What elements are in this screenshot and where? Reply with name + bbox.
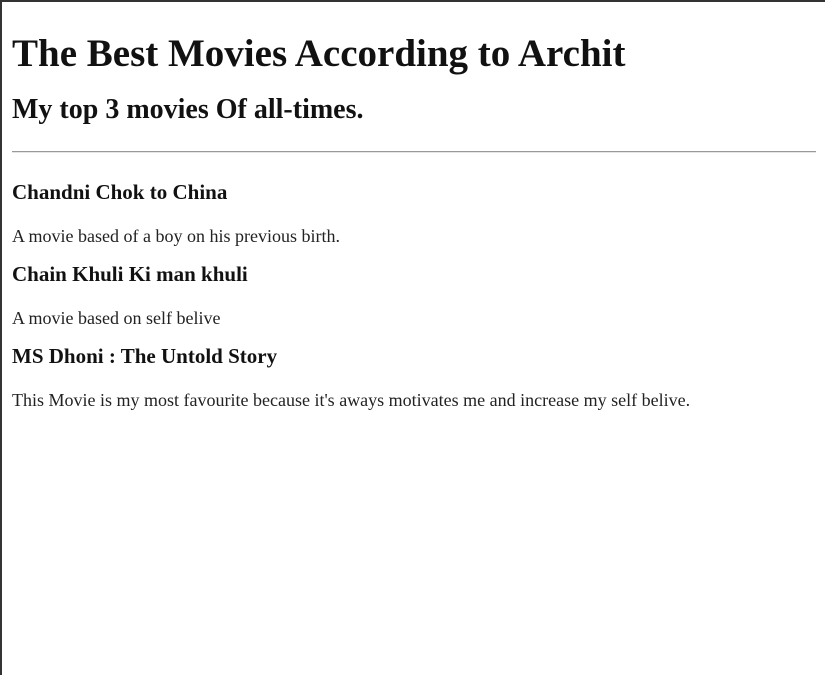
movie-description: A movie based of a boy on his previous b… (12, 226, 340, 246)
divider (12, 151, 816, 153)
movie-title: MS Dhoni : The Untold Story (12, 344, 278, 368)
movie-list: Chandni Chok to China A movie based of a… (12, 179, 816, 411)
movie-description: A movie based on self belive (12, 308, 221, 328)
page-content: The Best Movies According to Archit My t… (12, 0, 816, 411)
page-title: The Best Movies According to Archit (12, 32, 626, 75)
page-subtitle: My top 3 movies Of all-times. (12, 94, 364, 125)
movie-title: Chandni Chok to China (12, 180, 228, 204)
movie-description: This Movie is my most favourite because … (12, 390, 691, 410)
movie-title: Chain Khuli Ki man khuli (12, 262, 248, 286)
